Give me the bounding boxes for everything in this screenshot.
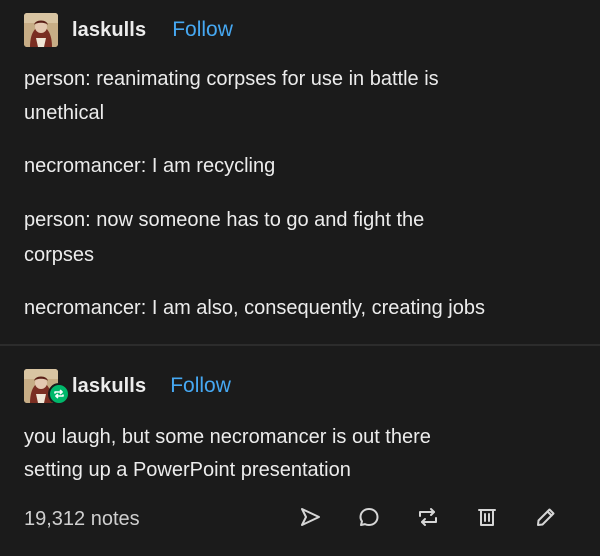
post-reblog: laskulls Follow you laugh, but some necr… (0, 345, 600, 556)
post-actions (265, 503, 560, 531)
send-icon (301, 508, 320, 526)
post-header: laskulls Follow (24, 368, 231, 405)
notes-count[interactable]: 19,312 notes (24, 505, 140, 533)
follow-button[interactable]: Follow (170, 374, 231, 398)
username[interactable]: laskulls (72, 19, 146, 42)
username[interactable]: laskulls (72, 375, 146, 398)
reblog-badge-icon (48, 383, 70, 405)
reply-icon (359, 508, 379, 526)
post-text-line: you laugh, but some necromancer is out t… (24, 426, 431, 448)
reply-button[interactable] (355, 503, 383, 531)
avatar-image (24, 13, 58, 47)
post-text-line: corpses (24, 244, 95, 266)
reblog-icon (419, 508, 437, 526)
delete-icon (478, 509, 496, 526)
post-text-line: unethical (24, 102, 105, 124)
post-text-line: necromancer: I am recycling (24, 155, 276, 177)
send-button[interactable] (296, 503, 324, 531)
avatar[interactable] (24, 13, 58, 47)
post-text-line: necromancer: I am also, consequently, cr… (24, 297, 485, 319)
post-original: laskulls Follow person: reanimating corp… (0, 0, 600, 345)
delete-button[interactable] (473, 503, 501, 531)
post-header: laskulls Follow (24, 12, 233, 48)
follow-button[interactable]: Follow (172, 18, 233, 42)
reblog-button[interactable] (414, 503, 442, 531)
edit-icon (537, 508, 555, 526)
edit-button[interactable] (532, 503, 560, 531)
post-text-line: setting up a PowerPoint presentation (24, 459, 351, 481)
post-text-line: person: now someone has to go and fight … (24, 209, 425, 231)
post-text-line: person: reanimating corpses for use in b… (24, 68, 439, 90)
